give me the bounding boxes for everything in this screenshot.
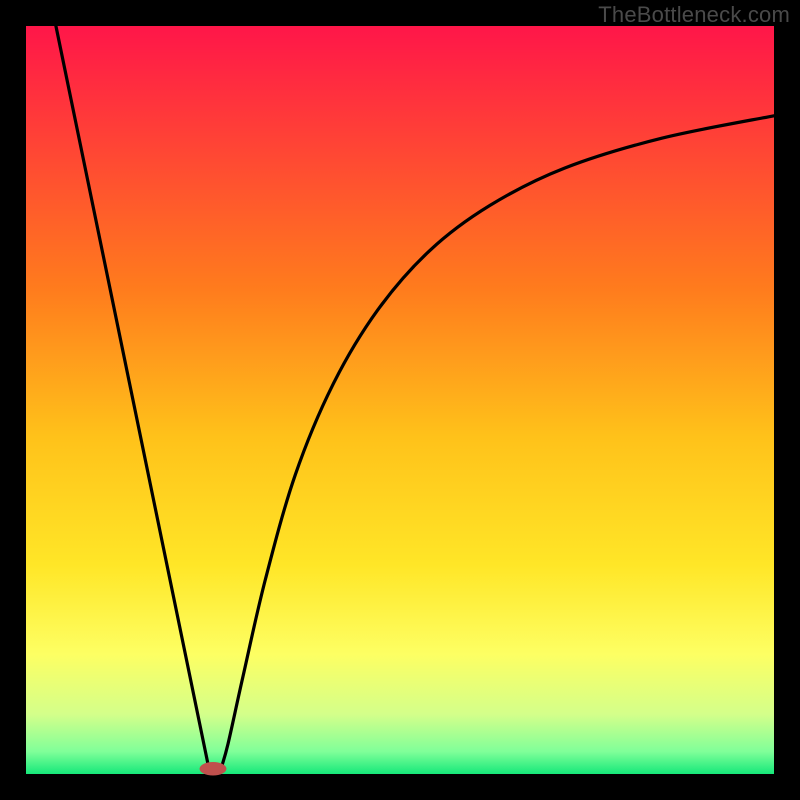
bottleneck-chart — [0, 0, 800, 800]
watermark-text: TheBottleneck.com — [598, 2, 790, 28]
chart-stage: TheBottleneck.com — [0, 0, 800, 800]
minimum-marker — [200, 762, 227, 775]
